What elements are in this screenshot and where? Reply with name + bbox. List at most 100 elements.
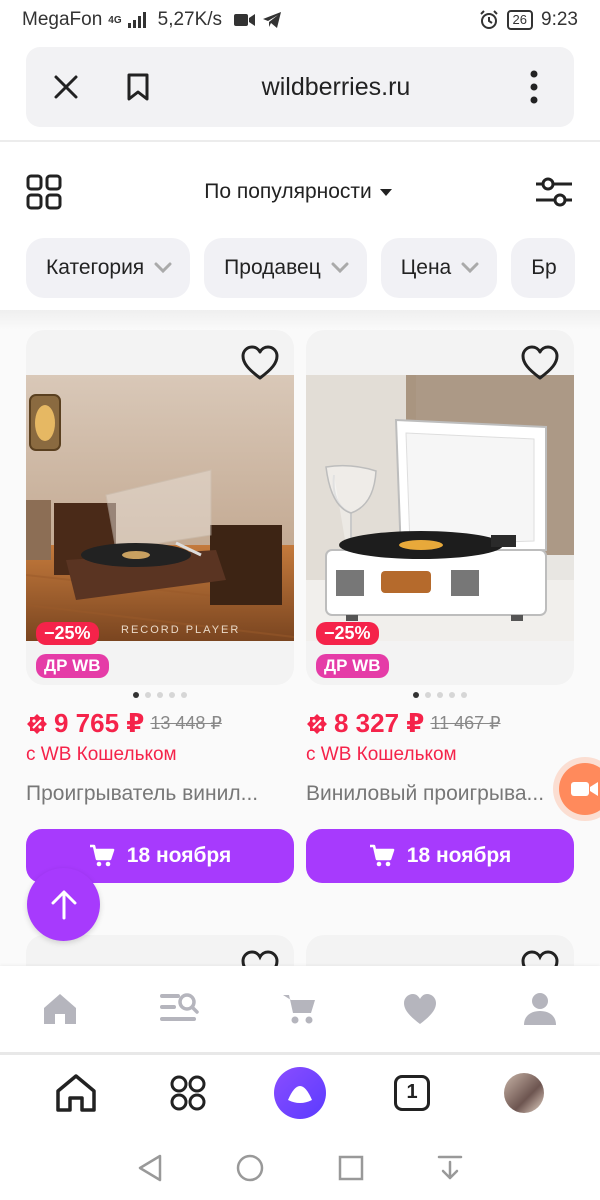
filter-chip-seller[interactable]: Продавец [204, 238, 367, 298]
browser-services-button[interactable] [158, 1063, 218, 1123]
notifications-down-icon[interactable] [436, 1154, 464, 1182]
product-photo: RECORD PLAYER [26, 375, 294, 641]
scroll-to-top-button[interactable] [27, 868, 100, 941]
pagination-dot [425, 692, 431, 698]
battery-level: 26 [506, 10, 534, 30]
services-grid-icon [170, 1075, 206, 1110]
sort-label: По популярности [204, 180, 372, 203]
close-tab-button[interactable] [48, 69, 84, 105]
product-name[interactable]: Виниловый проигрыва... [306, 782, 574, 806]
tabs-icon: 1 [394, 1074, 430, 1111]
nav-home[interactable] [30, 979, 90, 1039]
discount-tag-icon [27, 713, 47, 734]
price-row: 9 765 ₽ 13 448 ₽ [26, 708, 222, 739]
home-icon [56, 1073, 96, 1112]
filters-button[interactable] [534, 174, 574, 210]
pagination-dot [449, 692, 455, 698]
chip-label: Категория [46, 256, 145, 279]
photo-watermark: RECORD PLAYER [121, 624, 240, 636]
view-toggle-button[interactable] [26, 174, 62, 210]
filter-chips: Категория Продавец Цена Бр [26, 238, 600, 298]
wallet-note: с WB Кошельком [306, 744, 457, 765]
favorite-heart-icon[interactable] [520, 344, 560, 384]
nav-favorites[interactable] [390, 979, 450, 1039]
pagination-dot [181, 692, 187, 698]
page-url[interactable]: wildberries.ru [156, 73, 516, 102]
discount-tag-icon [307, 713, 327, 734]
grid-view-icon [26, 174, 62, 210]
discount-badge: −25% [36, 622, 99, 645]
product-photo-area[interactable]: RECORD PLAYER −25% ДР WB [26, 330, 294, 685]
photo-pagination [306, 692, 574, 698]
product-card[interactable]: −25% ДР WB 8 327 ₽ 11 467 ₽ с WB Кошельк… [306, 330, 574, 890]
pagination-dot [133, 692, 139, 698]
filters-icon [536, 177, 572, 207]
photo-pagination [26, 692, 294, 698]
delivery-date: 18 ноября [406, 844, 512, 867]
price-row: 8 327 ₽ 11 467 ₽ [306, 708, 501, 739]
home-circle-icon[interactable] [235, 1153, 265, 1183]
alice-assistant-button[interactable] [270, 1063, 330, 1123]
product-photo-area[interactable]: −25% ДР WB [306, 330, 574, 685]
signal-icon [127, 12, 146, 28]
caret-down-icon [379, 188, 392, 196]
video-camera-icon [234, 14, 256, 26]
product-photo [306, 375, 574, 641]
sort-bar: По популярности [0, 160, 600, 224]
carrier-name: MegaFon [22, 9, 103, 30]
recents-icon[interactable] [337, 1154, 365, 1182]
chevron-down-icon [331, 262, 349, 274]
pagination-dot [413, 692, 419, 698]
divider [0, 140, 600, 142]
nav-catalog[interactable] [150, 979, 210, 1039]
status-bar: MegaFon 4G 5,27K/s 26 9:23 [0, 0, 600, 40]
network-type: 4G [108, 14, 122, 26]
pagination-dot [157, 692, 163, 698]
chip-label: Цена [400, 256, 452, 279]
browser-home-button[interactable] [46, 1063, 106, 1123]
product-name[interactable]: Проигрыватель винил... [26, 782, 294, 806]
site-bottom-nav [0, 966, 600, 1052]
current-price: 8 327 ₽ [334, 708, 425, 738]
avatar [504, 1072, 544, 1113]
discount-badge: −25% [316, 622, 379, 645]
chip-label: Продавец [224, 256, 321, 279]
nav-cart[interactable] [270, 979, 330, 1039]
close-icon [54, 75, 78, 99]
filter-chip-brand[interactable]: Бр [511, 238, 575, 298]
cart-icon [89, 844, 115, 867]
system-navigation-bar [0, 1135, 600, 1200]
product-card[interactable]: RECORD PLAYER −25% ДР WB 9 765 ₽ 13 448 … [26, 330, 294, 890]
pagination-dot [169, 692, 175, 698]
favorite-heart-icon[interactable] [240, 344, 280, 384]
arrow-up-icon [51, 890, 76, 919]
browser-menu-button[interactable] [516, 69, 552, 105]
bookmark-icon [127, 73, 149, 101]
clock: 9:23 [541, 9, 578, 30]
promo-badge: ДР WB [36, 654, 109, 678]
bookmark-button[interactable] [120, 69, 156, 105]
nav-profile[interactable] [510, 979, 570, 1039]
old-price: 13 448 ₽ [150, 713, 222, 733]
catalog-search-icon [160, 993, 199, 1021]
video-record-icon [571, 782, 598, 796]
back-icon[interactable] [136, 1153, 164, 1183]
browser-profile-button[interactable] [494, 1063, 554, 1123]
cart-icon [369, 844, 395, 867]
network-speed: 5,27K/s [157, 9, 223, 30]
pagination-dot [437, 692, 443, 698]
sort-dropdown[interactable]: По популярности [62, 180, 534, 204]
promo-badge: ДР WB [316, 654, 389, 678]
current-price: 9 765 ₽ [54, 708, 145, 738]
browser-bottom-nav: 1 [0, 1055, 600, 1130]
add-to-cart-button[interactable]: 18 ноября [306, 829, 574, 883]
chevron-down-icon [461, 262, 479, 274]
cart-icon [283, 995, 315, 1024]
browser-tabs-button[interactable]: 1 [382, 1063, 442, 1123]
home-icon [44, 994, 76, 1024]
filter-chip-category[interactable]: Категория [26, 238, 191, 298]
filter-chip-price[interactable]: Цена [380, 238, 498, 298]
alarm-icon [479, 10, 498, 29]
telegram-icon [263, 12, 282, 28]
profile-icon [524, 993, 556, 1025]
